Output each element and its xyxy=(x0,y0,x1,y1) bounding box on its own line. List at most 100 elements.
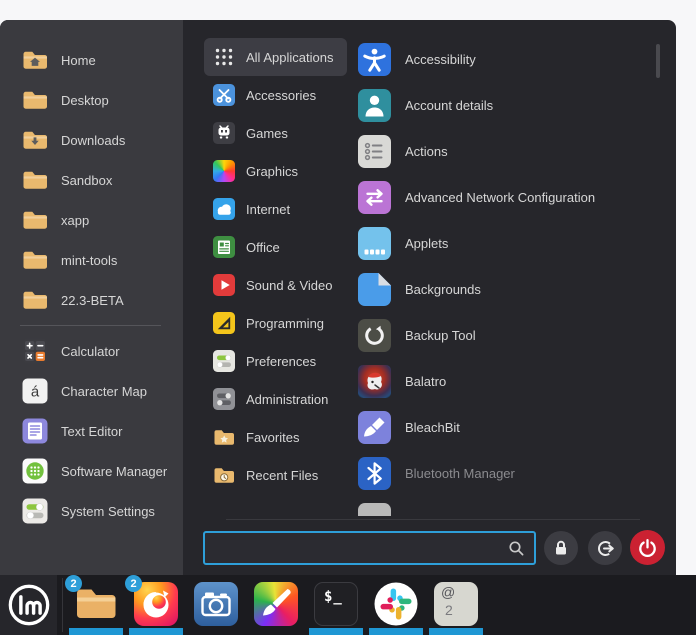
downloads-folder-icon xyxy=(22,129,48,151)
taskbar-item-screenshot[interactable] xyxy=(189,575,243,635)
category-administration[interactable]: Administration xyxy=(204,380,342,418)
sidebar-item-character-map[interactable]: á Character Map xyxy=(0,371,183,411)
sidebar-item-home[interactable]: Home xyxy=(0,40,183,80)
applets-icon xyxy=(358,227,391,260)
category-label: Preferences xyxy=(246,354,316,369)
app-item-partial[interactable] xyxy=(358,496,660,516)
sidebar-item-desktop[interactable]: Desktop xyxy=(0,80,183,120)
category-preferences[interactable]: Preferences xyxy=(204,342,330,380)
window-count-badge: 2 xyxy=(65,575,82,592)
category-accessories[interactable]: Accessories xyxy=(204,76,330,114)
sidebar-item-label: Desktop xyxy=(61,93,109,108)
power-button[interactable] xyxy=(630,530,665,565)
folder-icon xyxy=(22,89,48,111)
sidebar-item-label: xapp xyxy=(61,213,89,228)
account-details-icon xyxy=(358,89,391,122)
taskbar-item-firefox[interactable]: 2 xyxy=(129,575,183,635)
lock-screen-button[interactable] xyxy=(544,531,578,565)
all-applications-icon xyxy=(213,46,235,68)
category-label: Internet xyxy=(246,202,290,217)
system-settings-icon xyxy=(22,498,48,524)
category-label: Accessories xyxy=(246,88,316,103)
app-list-scrollbar[interactable] xyxy=(656,44,660,78)
category-graphics[interactable]: Graphics xyxy=(204,152,312,190)
category-games[interactable]: Games xyxy=(204,114,302,152)
category-label: Administration xyxy=(246,392,328,407)
search-input[interactable] xyxy=(213,540,508,557)
app-item-balatro[interactable]: Balatro xyxy=(358,358,660,404)
actions-icon xyxy=(358,135,391,168)
software-manager-icon xyxy=(22,458,48,484)
internet-icon xyxy=(213,198,235,220)
folder-icon xyxy=(22,169,48,191)
administration-icon xyxy=(213,388,235,410)
category-sound-video[interactable]: Sound & Video xyxy=(204,266,347,304)
category-label: All Applications xyxy=(246,50,333,65)
taskbar-item-at-app[interactable]: @ 2 xyxy=(429,575,483,635)
app-label: Bluetooth Manager xyxy=(405,466,515,481)
backup-tool-icon xyxy=(358,319,391,352)
category-internet[interactable]: Internet xyxy=(204,190,304,228)
menu-launcher-button[interactable] xyxy=(0,575,57,635)
recent-files-folder-icon xyxy=(213,466,235,485)
sidebar-item-label: Character Map xyxy=(61,384,147,399)
app-item-backup-tool[interactable]: Backup Tool xyxy=(358,312,660,358)
app-item-bleachbit[interactable]: BleachBit xyxy=(358,404,660,450)
app-item-applets[interactable]: Applets xyxy=(358,220,660,266)
taskbar-panel: 2 2 $_ @ 2 xyxy=(0,575,696,635)
category-all-applications[interactable]: All Applications xyxy=(204,38,347,76)
sidebar-item-text-editor[interactable]: Text Editor xyxy=(0,411,183,451)
app-item-account-details[interactable]: Account details xyxy=(358,82,660,128)
sidebar-item-calculator[interactable]: Calculator xyxy=(0,331,183,371)
sidebar-item-223-beta[interactable]: 22.3-BETA xyxy=(0,280,183,320)
category-office[interactable]: Office xyxy=(204,228,294,266)
svg-text:á: á xyxy=(31,384,40,401)
category-list: All Applications Accessories Games Graph… xyxy=(204,38,347,494)
sidebar-item-mint-tools[interactable]: mint-tools xyxy=(0,240,183,280)
category-label: Games xyxy=(246,126,288,141)
search-separator xyxy=(226,519,640,520)
sidebar-item-downloads[interactable]: Downloads xyxy=(0,120,183,160)
category-label: Graphics xyxy=(246,164,298,179)
taskbar-item-terminal[interactable]: $_ xyxy=(309,575,363,635)
active-window-indicator xyxy=(369,628,423,635)
app-label: Advanced Network Configuration xyxy=(405,190,595,205)
programming-icon xyxy=(213,312,235,334)
backgrounds-icon xyxy=(358,273,391,306)
sidebar-item-sandbox[interactable]: Sandbox xyxy=(0,160,183,200)
mint-logo-icon xyxy=(6,582,52,628)
category-programming[interactable]: Programming xyxy=(204,304,338,342)
graphics-icon xyxy=(213,160,235,182)
sidebar-item-system-settings[interactable]: System Settings xyxy=(0,491,183,531)
sidebar-item-xapp[interactable]: xapp xyxy=(0,200,183,240)
application-list: Accessibility Account details Actions Ad… xyxy=(358,36,660,516)
app-item-bluetooth-manager[interactable]: Bluetooth Manager xyxy=(358,450,660,496)
accessibility-icon xyxy=(358,43,391,76)
folder-icon xyxy=(22,289,48,311)
sidebar-item-label: Home xyxy=(61,53,96,68)
home-folder-icon xyxy=(22,49,48,71)
app-item-advanced-network-configuration[interactable]: Advanced Network Configuration xyxy=(358,174,660,220)
folder-icon xyxy=(22,209,48,231)
taskbar-item-files[interactable]: 2 xyxy=(69,575,123,635)
desktop: { "menu": { "places": [ {"label":"Home",… xyxy=(0,0,696,635)
sidebar-item-label: Sandbox xyxy=(61,173,112,188)
app-item-backgrounds[interactable]: Backgrounds xyxy=(358,266,660,312)
taskbar-item-drawing[interactable] xyxy=(249,575,303,635)
search-box[interactable] xyxy=(203,531,536,565)
category-favorites[interactable]: Favorites xyxy=(204,418,313,456)
logout-button[interactable] xyxy=(588,531,622,565)
terminal-glyph: $_ xyxy=(324,589,343,605)
terminal-icon: $_ xyxy=(314,582,358,626)
sidebar-item-label: Text Editor xyxy=(61,424,122,439)
app-item-accessibility[interactable]: Accessibility xyxy=(358,36,660,82)
app-item-actions[interactable]: Actions xyxy=(358,128,660,174)
sidebar-item-label: mint-tools xyxy=(61,253,117,268)
firefox-icon xyxy=(134,582,178,626)
sidebar-item-software-manager[interactable]: Software Manager xyxy=(0,451,183,491)
taskbar-item-slack[interactable] xyxy=(369,575,423,635)
category-recent-files[interactable]: Recent Files xyxy=(204,456,332,494)
mint-menu-popup: Home Desktop Downloads Sandbox xapp mint… xyxy=(0,20,676,575)
network-arrows-icon xyxy=(358,181,391,214)
at-glyph: @ xyxy=(441,584,455,600)
